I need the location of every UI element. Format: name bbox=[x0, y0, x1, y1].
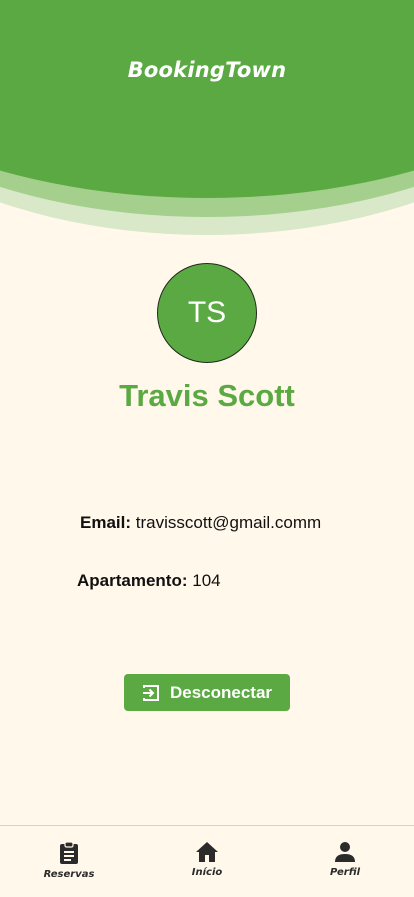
email-row: Email: travisscott@gmail.comm bbox=[80, 513, 321, 533]
email-label: Email: bbox=[80, 513, 132, 532]
header-wave-background bbox=[0, 0, 414, 235]
app-brand-title: BookingTown bbox=[127, 58, 287, 82]
tab-reservas[interactable]: Reservas bbox=[29, 841, 109, 880]
email-value: travisscott@gmail.comm bbox=[135, 513, 322, 532]
apartment-label: Apartamento: bbox=[77, 571, 188, 590]
tab-inicio-label: Início bbox=[191, 867, 223, 878]
logout-button[interactable]: Desconectar bbox=[124, 674, 290, 711]
tab-perfil[interactable]: Perfil bbox=[305, 841, 385, 878]
avatar-initials: TS bbox=[187, 296, 227, 329]
apartment-value: 104 bbox=[192, 571, 221, 590]
user-name: Travis Scott bbox=[119, 378, 295, 413]
clipboard-icon bbox=[58, 841, 80, 865]
header: BookingTown bbox=[0, 0, 414, 240]
tab-perfil-label: Perfil bbox=[329, 867, 361, 878]
bottom-tab-bar: Reservas Início Perfil bbox=[0, 825, 414, 897]
person-icon bbox=[334, 841, 356, 863]
tab-inicio[interactable]: Início bbox=[167, 841, 247, 878]
home-icon bbox=[195, 841, 219, 863]
apartment-row: Apartamento: 104 bbox=[77, 571, 221, 591]
logout-label: Desconectar bbox=[169, 682, 273, 702]
avatar: TS bbox=[157, 263, 257, 363]
tab-reservas-label: Reservas bbox=[43, 869, 95, 880]
logout-icon bbox=[142, 684, 160, 702]
